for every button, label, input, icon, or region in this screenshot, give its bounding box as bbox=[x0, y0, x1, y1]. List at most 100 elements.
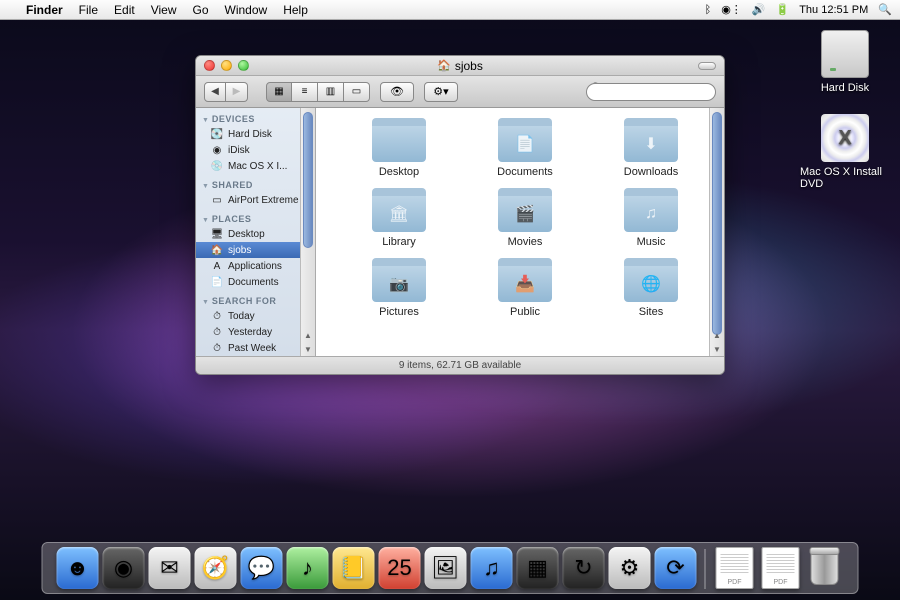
volume-icon[interactable]: 🔊 bbox=[752, 3, 766, 16]
sidebar-item-icon: 💿 bbox=[210, 160, 224, 172]
dock-spaces[interactable]: ▦ bbox=[517, 547, 559, 589]
dock-mail[interactable]: ✉ bbox=[149, 547, 191, 589]
action-button[interactable]: ⚙▾ bbox=[424, 82, 458, 102]
menu-edit[interactable]: Edit bbox=[106, 3, 143, 17]
folder-item[interactable]: 🏛Library bbox=[346, 188, 452, 248]
spotlight-icon[interactable]: 🔍 bbox=[878, 3, 892, 16]
sidebar-item[interactable]: ⏱Past Week bbox=[196, 340, 315, 356]
folder-label: Movies bbox=[508, 236, 543, 248]
sidebar-item[interactable]: ◉iDisk bbox=[196, 142, 315, 158]
forward-button[interactable]: ▶ bbox=[226, 82, 248, 102]
menu-go[interactable]: Go bbox=[185, 3, 217, 17]
minimize-button[interactable] bbox=[221, 60, 232, 71]
folder-icon: 📷 bbox=[372, 258, 426, 302]
dock-document[interactable]: PDF bbox=[714, 547, 756, 589]
bluetooth-icon[interactable]: ᛒ bbox=[705, 4, 712, 16]
folder-icon: ♫ bbox=[624, 188, 678, 232]
zoom-button[interactable] bbox=[238, 60, 249, 71]
home-icon: 🏠 bbox=[437, 59, 451, 72]
window-title: sjobs bbox=[455, 59, 483, 73]
folder-item[interactable]: 📷Pictures bbox=[346, 258, 452, 318]
sidebar-item-icon: ▭ bbox=[210, 194, 224, 206]
scroll-up-icon[interactable]: ▲ bbox=[710, 328, 724, 342]
sidebar-group[interactable]: SEARCH FOR bbox=[196, 290, 315, 308]
scrollbar-thumb[interactable] bbox=[303, 112, 313, 248]
sidebar-item[interactable]: 🖥Desktop bbox=[196, 226, 315, 242]
folder-item[interactable]: 🌐Sites bbox=[598, 258, 704, 318]
hard-disk-icon bbox=[821, 30, 869, 78]
sidebar-item[interactable]: AApplications bbox=[196, 258, 315, 274]
sidebar-group[interactable]: SHARED bbox=[196, 174, 315, 192]
sidebar-item[interactable]: 🏠sjobs bbox=[196, 242, 315, 258]
sidebar-scrollbar[interactable]: ▲ ▼ bbox=[300, 108, 315, 356]
menu-view[interactable]: View bbox=[143, 3, 185, 17]
dock-sync[interactable]: ⟳ bbox=[655, 547, 697, 589]
dock-ical[interactable]: 25 bbox=[379, 547, 421, 589]
ical-icon: 25 bbox=[387, 555, 411, 581]
view-icon-button[interactable]: ▦ bbox=[266, 82, 292, 102]
sidebar-item-label: Hard Disk bbox=[228, 129, 272, 140]
sidebar-item[interactable]: 📄Documents bbox=[196, 274, 315, 290]
sync-icon: ⟳ bbox=[666, 555, 684, 581]
scroll-up-icon[interactable]: ▲ bbox=[301, 328, 315, 342]
desktop-icon-install-dvd[interactable]: Mac OS X Install DVD bbox=[800, 114, 890, 190]
view-column-button[interactable]: ▥ bbox=[318, 82, 344, 102]
folder-icon bbox=[372, 118, 426, 162]
folder-item[interactable]: 📥Public bbox=[472, 258, 578, 318]
sidebar-item-label: Documents bbox=[228, 277, 279, 288]
wifi-icon[interactable]: ◉⋮ bbox=[721, 3, 742, 16]
sidebar-item[interactable]: ⏱Yesterday bbox=[196, 324, 315, 340]
close-button[interactable] bbox=[204, 60, 215, 71]
view-coverflow-button[interactable]: ▭ bbox=[344, 82, 370, 102]
dock-safari[interactable]: 🧭 bbox=[195, 547, 237, 589]
folder-item[interactable]: 📄Documents bbox=[472, 118, 578, 178]
folder-item[interactable]: ♫Music bbox=[598, 188, 704, 248]
search-input[interactable] bbox=[586, 83, 716, 101]
scroll-down-icon[interactable]: ▼ bbox=[301, 342, 315, 356]
sidebar-item[interactable]: 💽Hard Disk bbox=[196, 126, 315, 142]
toolbar-toggle-button[interactable] bbox=[698, 62, 716, 70]
dock: ☻ ◉✉ 🧭 💬♪ 📒 25 🖼♫ ▦ ↻⚙ ⟳ PDFPDF bbox=[42, 542, 859, 594]
folder-icon: 🏛 bbox=[372, 188, 426, 232]
finder-icon: ☻ bbox=[66, 555, 89, 581]
battery-icon[interactable]: 🔋 bbox=[776, 3, 790, 16]
menu-help[interactable]: Help bbox=[275, 3, 316, 17]
dock-itunes-store[interactable]: ♪ bbox=[287, 547, 329, 589]
dock-finder[interactable]: ☻ bbox=[57, 547, 99, 589]
sidebar-item[interactable]: ▭AirPort Extreme bbox=[196, 192, 315, 208]
dock-ichat[interactable]: 💬 bbox=[241, 547, 283, 589]
scrollbar-thumb[interactable] bbox=[712, 112, 722, 335]
dock-time-machine[interactable]: ↻ bbox=[563, 547, 605, 589]
menu-window[interactable]: Window bbox=[217, 3, 276, 17]
menubar: Finder File Edit View Go Window Help ᛒ ◉… bbox=[0, 0, 900, 20]
sidebar-item[interactable]: 💿Mac OS X I... bbox=[196, 158, 315, 174]
safari-icon: 🧭 bbox=[202, 555, 229, 581]
dock-document[interactable]: PDF bbox=[760, 547, 802, 589]
clock[interactable]: Thu 12:51 PM bbox=[799, 4, 868, 16]
content-scrollbar[interactable]: ▲ ▼ bbox=[709, 108, 724, 356]
folder-item[interactable]: ⬇Downloads bbox=[598, 118, 704, 178]
scroll-down-icon[interactable]: ▼ bbox=[710, 342, 724, 356]
address-book-icon: 📒 bbox=[340, 555, 367, 581]
trash[interactable] bbox=[806, 547, 844, 589]
dock-itunes[interactable]: ♫ bbox=[471, 547, 513, 589]
menu-file[interactable]: File bbox=[71, 3, 106, 17]
view-list-button[interactable]: ≡ bbox=[292, 82, 318, 102]
spaces-icon: ▦ bbox=[527, 555, 548, 581]
dock-dashboard[interactable]: ◉ bbox=[103, 547, 145, 589]
document-icon: PDF bbox=[762, 547, 800, 589]
folder-item[interactable]: Desktop bbox=[346, 118, 452, 178]
back-button[interactable]: ◀ bbox=[204, 82, 226, 102]
sidebar-group[interactable]: PLACES bbox=[196, 208, 315, 226]
dock-system-preferences[interactable]: ⚙ bbox=[609, 547, 651, 589]
folder-item[interactable]: 🎬Movies bbox=[472, 188, 578, 248]
dock-preview[interactable]: 🖼 bbox=[425, 547, 467, 589]
dock-address-book[interactable]: 📒 bbox=[333, 547, 375, 589]
sidebar-item[interactable]: ⏱Today bbox=[196, 308, 315, 324]
sidebar-item-icon: ⏱ bbox=[210, 342, 224, 354]
desktop-icon-hard-disk[interactable]: Hard Disk bbox=[800, 30, 890, 94]
sidebar-group[interactable]: DEVICES bbox=[196, 108, 315, 126]
app-menu[interactable]: Finder bbox=[18, 3, 71, 17]
window-titlebar[interactable]: 🏠 sjobs bbox=[196, 56, 724, 76]
quicklook-button[interactable]: 👁 bbox=[380, 82, 414, 102]
